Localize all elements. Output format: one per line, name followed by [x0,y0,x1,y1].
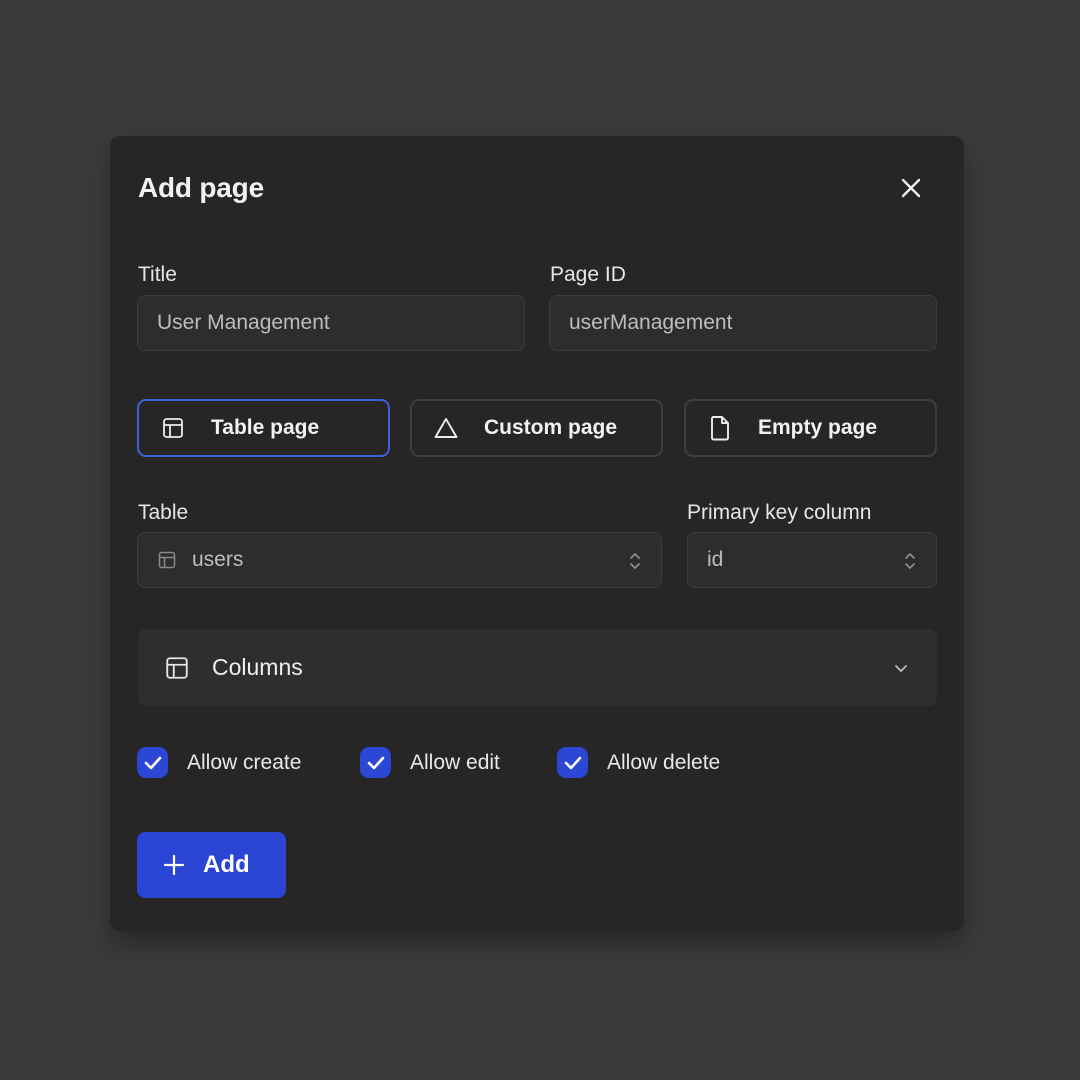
chevron-up-down-icon [903,550,917,572]
empty-page-option[interactable]: Empty page [684,399,937,457]
allow-delete-label: Allow delete [607,750,721,774]
check-icon [557,747,588,778]
close-icon [900,177,922,204]
allow-create-label: Allow create [187,750,302,774]
triangle-icon [433,415,459,441]
primary-key-select[interactable]: id [687,532,937,588]
add-page-dialog: Add page Title User Management Page ID u… [110,136,964,931]
primary-key-label: Primary key column [687,501,872,524]
title-input-value: User Management [157,311,330,334]
table-icon [157,550,177,570]
title-input[interactable]: User Management [137,295,525,351]
check-icon [137,747,168,778]
close-button[interactable] [894,173,928,207]
primary-key-select-value: id [707,548,724,571]
allow-edit-label: Allow edit [410,750,500,774]
table-select-value: users [192,548,244,571]
plus-icon [163,854,185,876]
page-id-input[interactable]: userManagement [549,295,937,351]
title-label: Title [138,263,177,286]
table-page-label: Table page [211,416,320,439]
custom-page-option[interactable]: Custom page [410,399,663,457]
page-id-input-value: userManagement [569,311,733,334]
allow-delete-checkbox[interactable]: Allow delete [557,747,720,778]
file-icon [707,415,733,441]
table-icon [164,655,190,681]
custom-page-label: Custom page [484,416,618,439]
columns-accordion[interactable]: Columns [138,629,937,706]
dialog-title: Add page [138,172,264,203]
allow-edit-checkbox[interactable]: Allow edit [360,747,500,778]
table-label: Table [138,501,189,524]
table-select[interactable]: users [137,532,662,588]
table-icon [160,415,186,441]
table-page-option[interactable]: Table page [137,399,390,457]
page-id-label: Page ID [550,263,626,286]
add-button-label: Add [203,851,250,878]
allow-create-checkbox[interactable]: Allow create [137,747,301,778]
chevron-up-down-icon [628,550,642,572]
chevron-down-icon [893,660,909,676]
empty-page-label: Empty page [758,416,878,439]
check-icon [360,747,391,778]
columns-label: Columns [212,654,303,680]
add-button[interactable]: Add [137,832,286,898]
